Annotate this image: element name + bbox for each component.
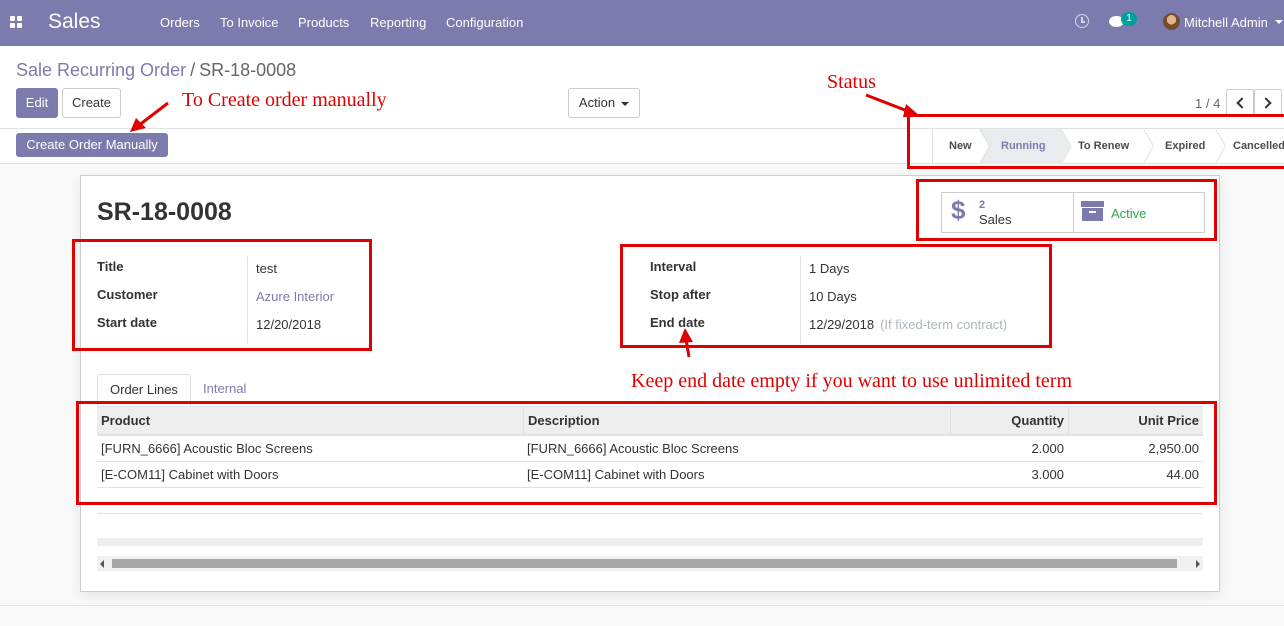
scrollbar-thumb[interactable] <box>112 559 1177 568</box>
action-dropdown[interactable]: Action <box>568 88 640 118</box>
create-order-manually-button[interactable]: Create Order Manually <box>16 133 168 157</box>
caret-down-icon <box>621 101 630 106</box>
left-fields-highlight-box <box>72 239 372 351</box>
chevron-right-icon <box>1260 97 1272 109</box>
activity-clock-icon[interactable] <box>1075 14 1089 28</box>
table-footer-line <box>97 513 1203 514</box>
pager-previous-button[interactable] <box>1226 89 1254 117</box>
breadcrumb-current: SR-18-0008 <box>199 60 297 80</box>
chevron-left-icon <box>1236 97 1248 109</box>
breadcrumb-separator: / <box>190 60 196 80</box>
chevron-down-icon[interactable] <box>1275 20 1283 24</box>
app-name[interactable]: Sales <box>48 10 101 34</box>
scroll-right-icon[interactable] <box>1196 560 1200 568</box>
right-fields-highlight-box <box>620 244 1052 348</box>
annotation-status: Status <box>827 71 876 93</box>
create-button[interactable]: Create <box>62 88 121 118</box>
menu-to-invoice[interactable]: To Invoice <box>220 15 279 30</box>
annotation-create-manually: To Create order manually <box>182 89 387 111</box>
edit-button[interactable]: Edit <box>16 88 58 118</box>
user-avatar[interactable] <box>1163 13 1180 30</box>
page-bottom-divider <box>0 605 1284 606</box>
menu-products[interactable]: Products <box>298 15 349 30</box>
user-menu-name[interactable]: Mitchell Admin <box>1184 15 1268 30</box>
table-footer <box>97 538 1203 546</box>
breadcrumb: Sale Recurring Order / SR-18-0008 <box>16 60 296 81</box>
smart-buttons-highlight-box <box>916 179 1217 241</box>
order-lines-highlight-box <box>76 401 1217 505</box>
apps-menu-icon[interactable] <box>10 16 24 30</box>
menu-orders[interactable]: Orders <box>160 15 200 30</box>
scroll-left-icon[interactable] <box>100 560 104 568</box>
menu-configuration[interactable]: Configuration <box>446 15 523 30</box>
top-navbar: Sales Orders To Invoice Products Reporti… <box>0 0 1284 46</box>
pager-next-button[interactable] <box>1254 89 1282 117</box>
pager-value[interactable]: 1 / 4 <box>1195 96 1220 111</box>
menu-reporting[interactable]: Reporting <box>370 15 426 30</box>
record-title: SR-18-0008 <box>97 198 232 226</box>
action-label: Action <box>578 95 616 110</box>
annotation-end-date: Keep end date empty if you want to use u… <box>631 370 1072 392</box>
chat-badge: 1 <box>1121 12 1137 26</box>
status-highlight-box <box>907 114 1284 169</box>
breadcrumb-parent[interactable]: Sale Recurring Order <box>16 60 186 80</box>
horizontal-scrollbar[interactable] <box>97 556 1203 571</box>
